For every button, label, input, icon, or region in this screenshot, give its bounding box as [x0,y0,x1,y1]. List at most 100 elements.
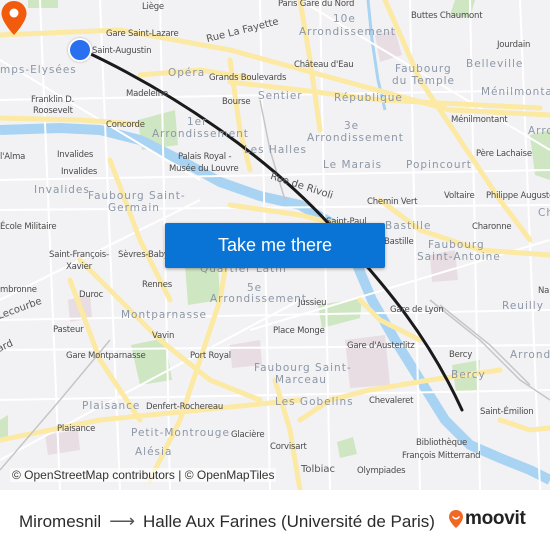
district-label: Alésia [135,446,173,458]
map-label: Chemin Vert [367,197,418,207]
district-label: Invalides [34,184,90,196]
map-label: mbronne [0,285,37,295]
map-label: Gare d'Austerlitz [347,341,415,351]
map-label: Voltaire [444,191,475,201]
moovit-pin-icon [449,510,463,528]
park [530,130,550,180]
map-label: Gare Saint-Lazare [106,29,179,39]
map-label: Chevaleret [369,396,414,406]
district-label: Bercy [451,369,486,381]
district-label: 1er [187,116,208,128]
destination-name: Halle Aux Farines (Université de Paris) [143,511,435,531]
moovit-wordmark: moovit [465,508,526,529]
map-label: Jourdain [497,40,531,50]
map-label: Saint-Émilion [480,407,534,417]
map-label: Jussieu [298,298,327,308]
map-label: Pasteur [53,325,84,335]
destination-pin-icon[interactable] [0,0,28,36]
district-label: Le Marais [323,159,383,171]
map-label: Saint-Augustin [92,46,152,56]
map-label: Buttes Chaumont [411,11,483,21]
district-label: Opéra [168,67,206,79]
map-view[interactable]: Liège Paris Gare du Nord Gare Saint-Laza… [0,0,550,490]
district-label: Faubourg Saint- [88,190,186,202]
district-label: Les Halles [244,144,308,156]
map-label: François Mitterrand [402,451,481,461]
map-label: Palais Royal - [178,152,232,162]
map-label: Invalides [61,167,98,177]
map-label: Port Royal [190,351,231,361]
origin-name: Miromesnil [19,511,102,531]
map-attribution[interactable]: © OpenStreetMap contributors | © OpenMap… [10,468,277,482]
map-label: Château d'Eau [294,60,354,70]
map-label: Duroc [79,290,104,300]
map-label: Bercy [449,350,473,360]
district-label: Saint-Antoine [417,251,501,263]
district-label: Montparnasse [121,309,207,321]
district-label: Arro [528,125,550,137]
map-label: Charonne [472,222,512,232]
district-label: Arrondi [510,349,550,361]
map-label: Denfert-Rochereau [146,402,224,412]
boulevard [497,417,550,433]
map-label: Grands Boulevards [209,73,287,83]
map-label: Rennes [142,280,172,290]
map-label: Olympiades [357,466,406,476]
district-label: Arrondissement [299,26,396,38]
map-label: Invalides [57,150,94,160]
district-label: Arrondissement [307,132,404,144]
district-label: Germain [108,202,160,214]
map-label: Gare de Lyon [390,305,444,315]
district-label: République [334,92,403,104]
route-summary: Miromesnil ⟶ Halle Aux Farines (Universi… [19,511,435,532]
map-label: Corvisart [270,442,307,452]
map-label: École Militaire [0,222,57,232]
map-label: Paris Gare du Nord [278,0,355,9]
park [28,0,58,8]
district-label: Ménilmontant [481,86,550,98]
district-label: Faubourg [428,239,485,251]
district-label: Popincourt [406,159,472,171]
park [337,437,357,458]
map-label: Saint-François- [49,250,109,260]
district-label: Arrondissement [152,128,249,140]
moovit-logo[interactable]: moovit [448,508,526,530]
map-label: Bastille [384,237,414,247]
map-label: Glacière [231,430,265,440]
district-label: du Temple [392,75,456,87]
map-label: Xavier [66,262,92,272]
district-label: Arrondissement [210,293,307,305]
district-label: Sentier [258,90,303,102]
map-label: Plaisance [57,424,96,434]
origin-marker[interactable] [68,38,92,62]
map-label: Tolbiac [301,464,336,475]
map-label: Gare Montparnasse [66,351,146,361]
district-label: Faubourg [395,63,452,75]
map-label: Philippe Auguste [486,191,550,201]
arrow-right-icon: ⟶ [109,511,135,531]
district-label: Belleville [466,58,524,70]
map-label: l'Alma [0,152,26,162]
map-label: Roosevelt [33,106,73,116]
district-label: 5e [247,282,263,294]
map-label: Liège [142,2,164,12]
map-label: Musée du Louvre [169,164,239,174]
map-label: Place Monge [273,326,325,336]
district-label: Bastille [385,220,432,232]
map-label: Bourse [222,97,251,107]
map-label: Bibliothèque [416,438,468,448]
district-label: mps-Elysées [0,64,77,76]
map-label: Na [538,286,550,296]
map-label: Franklin D. [31,95,75,105]
map-label: Ménilmontant [451,115,508,125]
map-label: Concorde [106,120,145,130]
district-label: Ch [538,207,550,219]
district-label: Les Gobelins [275,396,354,408]
district-label: 3e [344,120,360,132]
map-label: Madeleine [126,89,168,99]
district-label: 10e [333,13,356,25]
district-label: Plaisance [82,400,141,412]
district-label: Reuilly [502,300,544,312]
map-label: Vavin [152,331,175,341]
take-me-there-button[interactable]: Take me there [165,223,385,268]
